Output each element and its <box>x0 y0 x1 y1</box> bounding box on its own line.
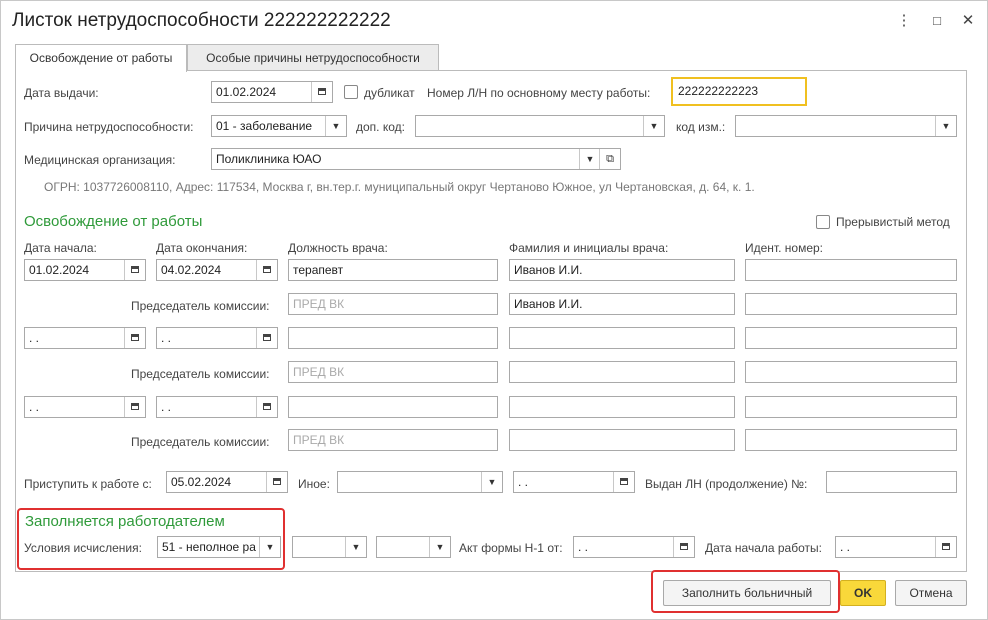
calendar-icon[interactable] <box>256 397 277 417</box>
chevron-down-icon[interactable]: ▼ <box>429 537 450 557</box>
calendar-icon[interactable] <box>124 260 145 280</box>
chairman-id-field[interactable] <box>745 361 957 383</box>
continuation-number-field[interactable] <box>826 471 957 493</box>
doctor-name-field[interactable] <box>509 327 735 349</box>
calendar-icon[interactable] <box>311 82 332 102</box>
chairman-label: Председатель комиссии: <box>131 299 270 313</box>
employer-section-title: Заполняется работодателем <box>25 513 225 530</box>
doctor-position-field[interactable] <box>288 396 498 418</box>
chairman-label: Председатель комиссии: <box>131 435 270 449</box>
window-title: Листок нетрудоспособности 222222222222 <box>12 10 391 31</box>
return-date-field[interactable]: 05.02.2024 <box>166 471 288 493</box>
calendar-icon[interactable] <box>266 472 287 492</box>
doctor-id-field[interactable] <box>745 327 957 349</box>
doctor-id-field[interactable] <box>745 259 957 281</box>
ogrn-address-text: ОГРН: 1037726008110, Адрес: 117534, Моск… <box>44 180 755 194</box>
chevron-down-icon[interactable]: ▼ <box>325 116 346 136</box>
duplicate-checkbox[interactable] <box>344 85 358 99</box>
col-position-label: Должность врача: <box>288 241 388 255</box>
start-work-date-label: Дата начала работы: <box>705 541 822 555</box>
med-org-label: Медицинская организация: <box>24 153 176 167</box>
calc-extra-select-1[interactable]: ▼ <box>292 536 367 558</box>
period-start-date[interactable]: 01.02.2024 <box>24 259 146 281</box>
doctor-id-field[interactable] <box>745 396 957 418</box>
return-date-label: Приступить к работе с: <box>24 477 152 491</box>
other-label: Иное: <box>298 477 330 491</box>
doctor-name-field[interactable] <box>509 396 735 418</box>
intermittent-checkbox[interactable] <box>816 215 830 229</box>
start-work-date-field[interactable]: . . <box>835 536 957 558</box>
chairman-name-field[interactable]: Иванов И.И. <box>509 293 735 315</box>
issue-date-label: Дата выдачи: <box>24 86 99 100</box>
calc-conditions-select[interactable]: 51 - неполное ра ▼ <box>157 536 281 558</box>
continuation-label: Выдан ЛН (продолжение) №: <box>645 477 808 491</box>
chairman-id-field[interactable] <box>745 293 957 315</box>
extra-code-select[interactable]: ▼ <box>415 115 665 137</box>
calc-extra-select-2[interactable]: ▼ <box>376 536 451 558</box>
calendar-icon[interactable] <box>256 260 277 280</box>
chevron-down-icon[interactable]: ▼ <box>345 537 366 557</box>
chairman-position-field[interactable]: ПРЕД ВК <box>288 293 498 315</box>
calendar-icon[interactable] <box>673 537 694 557</box>
tab-special-reasons[interactable]: Особые причины нетрудоспособности <box>187 44 439 71</box>
change-code-select[interactable]: ▼ <box>735 115 957 137</box>
med-org-select[interactable]: Поликлиника ЮАО ▼ ⧉ <box>211 148 621 170</box>
col-start-label: Дата начала: <box>24 241 97 255</box>
doctor-name-field[interactable]: Иванов И.И. <box>509 259 735 281</box>
calc-conditions-label: Условия исчисления: <box>24 541 142 555</box>
chairman-label: Председатель комиссии: <box>131 367 270 381</box>
period-start-date[interactable]: . . <box>24 396 146 418</box>
chevron-down-icon[interactable]: ▼ <box>935 116 956 136</box>
release-section-title: Освобождение от работы <box>24 213 203 230</box>
chairman-id-field[interactable] <box>745 429 957 451</box>
chevron-down-icon[interactable]: ▼ <box>481 472 502 492</box>
extra-code-label: доп. код: <box>356 120 405 134</box>
chevron-down-icon[interactable]: ▼ <box>259 537 280 557</box>
col-doctor-label: Фамилия и инициалы врача: <box>509 241 669 255</box>
act-n1-label: Акт формы Н-1 от: <box>459 541 563 555</box>
more-menu-icon[interactable]: ⋮ <box>893 10 915 32</box>
col-end-label: Дата окончания: <box>156 241 248 255</box>
change-code-label: код изм.: <box>676 120 726 134</box>
fill-sick-leave-button[interactable]: Заполнить больничный <box>663 580 831 606</box>
main-number-field[interactable]: 222222222223 <box>671 77 807 106</box>
period-end-date[interactable]: . . <box>156 396 278 418</box>
maximize-icon[interactable]: □ <box>926 10 948 32</box>
other-date-field[interactable]: . . <box>513 471 635 493</box>
open-icon[interactable]: ⧉ <box>599 149 620 169</box>
period-end-date[interactable]: 04.02.2024 <box>156 259 278 281</box>
close-icon[interactable]: ✕ <box>957 10 979 32</box>
doctor-position-field[interactable]: терапевт <box>288 259 498 281</box>
calendar-icon[interactable] <box>613 472 634 492</box>
chairman-name-field[interactable] <box>509 429 735 451</box>
cancel-button[interactable]: Отмена <box>895 580 967 606</box>
calendar-icon[interactable] <box>935 537 956 557</box>
period-start-date[interactable]: . . <box>24 327 146 349</box>
duplicate-label: дубликат <box>364 86 415 100</box>
calendar-icon[interactable] <box>124 328 145 348</box>
calendar-icon[interactable] <box>256 328 277 348</box>
chairman-position-field[interactable]: ПРЕД ВК <box>288 361 498 383</box>
act-n1-date-field[interactable]: . . <box>573 536 695 558</box>
col-id-label: Идент. номер: <box>745 241 823 255</box>
reason-select[interactable]: 01 - заболевание ▼ <box>211 115 347 137</box>
doctor-position-field[interactable] <box>288 327 498 349</box>
tab-release-from-work[interactable]: Освобождение от работы <box>15 44 187 72</box>
other-select[interactable]: ▼ <box>337 471 503 493</box>
chevron-down-icon[interactable]: ▼ <box>579 149 600 169</box>
reason-label: Причина нетрудоспособности: <box>24 120 194 134</box>
main-number-label: Номер Л/Н по основному месту работы: <box>427 86 651 100</box>
issue-date-field[interactable]: 01.02.2024 <box>211 81 333 103</box>
ok-button[interactable]: OK <box>840 580 886 606</box>
main-panel <box>15 70 967 572</box>
chairman-name-field[interactable] <box>509 361 735 383</box>
intermittent-label: Прерывистый метод <box>836 215 950 229</box>
calendar-icon[interactable] <box>124 397 145 417</box>
chevron-down-icon[interactable]: ▼ <box>643 116 664 136</box>
chairman-position-field[interactable]: ПРЕД ВК <box>288 429 498 451</box>
period-end-date[interactable]: . . <box>156 327 278 349</box>
